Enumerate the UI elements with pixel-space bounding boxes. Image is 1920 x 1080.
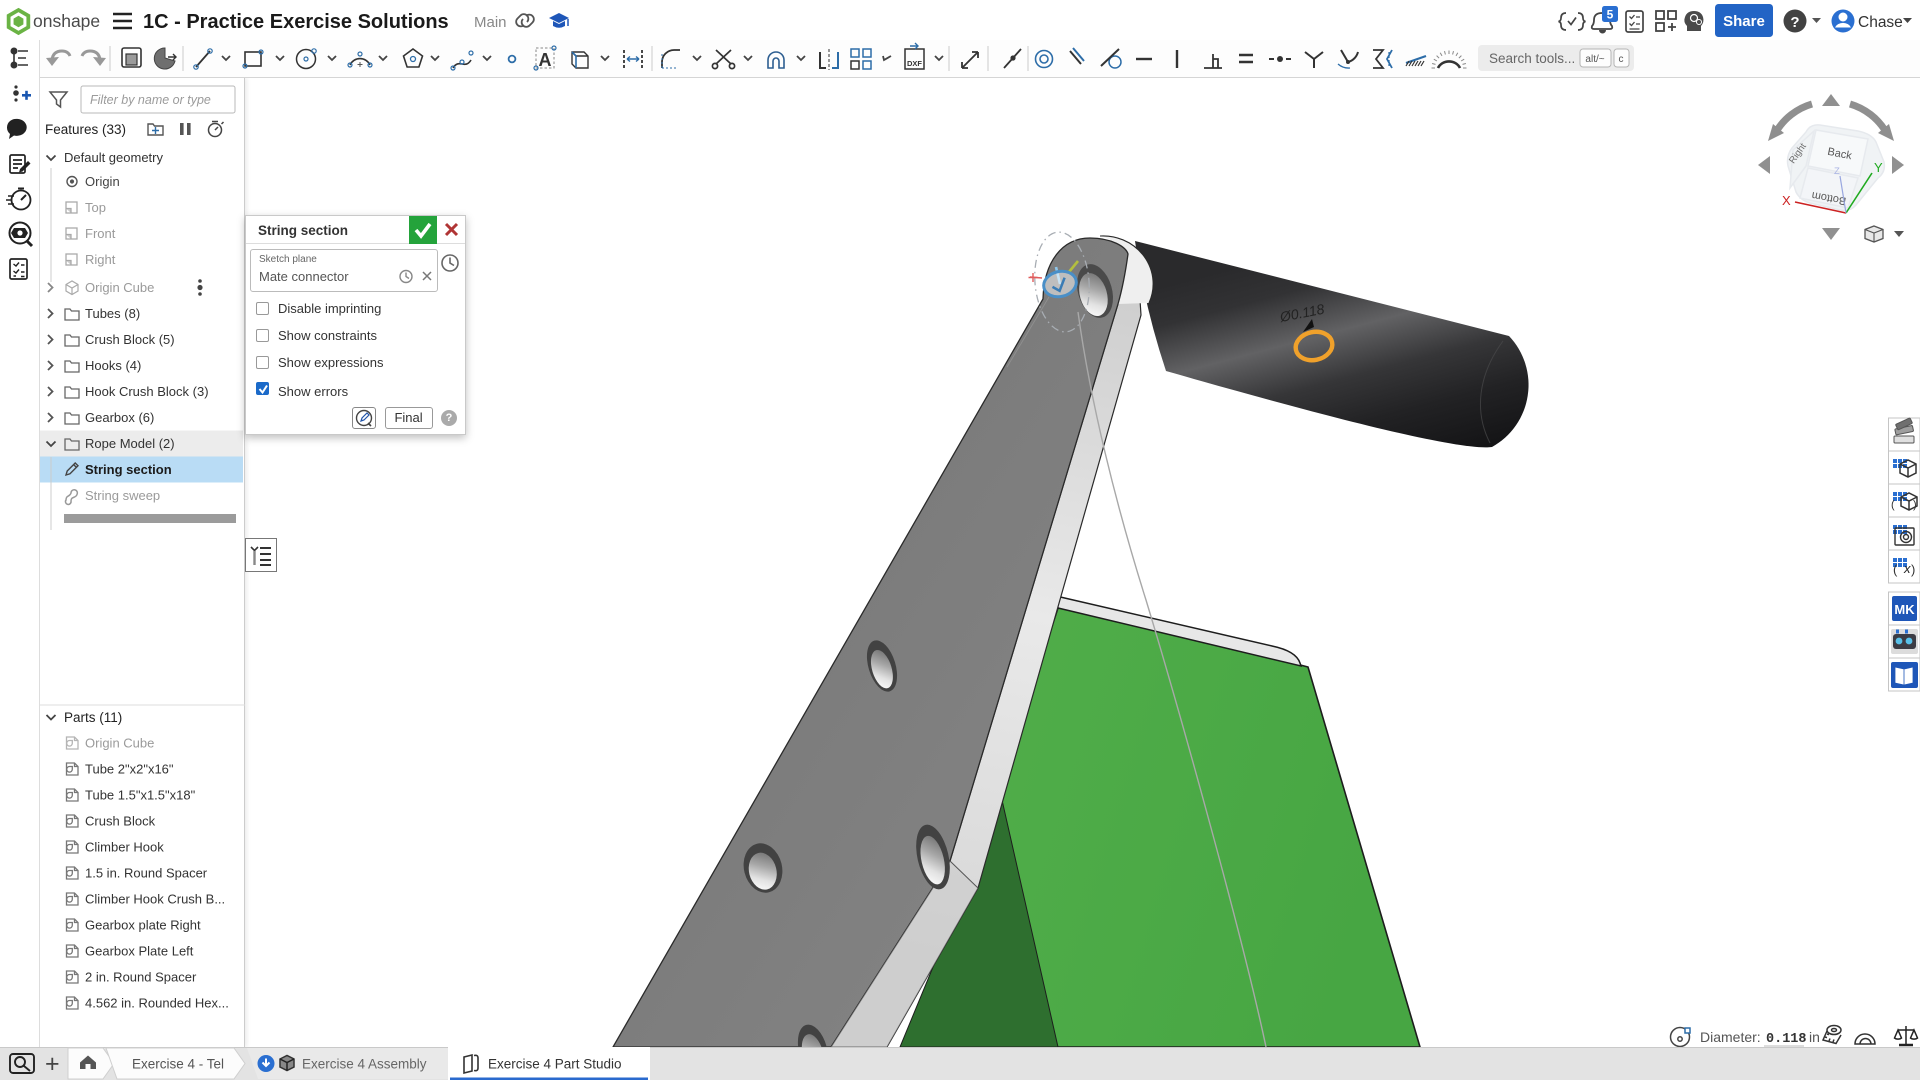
svg-text:Climber Hook Crush B...: Climber Hook Crush B... bbox=[85, 892, 225, 907]
svg-text:Main: Main bbox=[474, 14, 507, 31]
svg-text:1C - Practice Exercise Solutio: 1C - Practice Exercise Solutions bbox=[143, 11, 449, 33]
svg-text:4.562 in. Rounded Hex...: 4.562 in. Rounded Hex... bbox=[85, 996, 229, 1011]
svg-text:String sweep: String sweep bbox=[85, 488, 160, 503]
svg-text:Exercise 4 Part Studio: Exercise 4 Part Studio bbox=[488, 1057, 622, 1072]
svg-text:Gearbox Plate Left: Gearbox Plate Left bbox=[85, 944, 194, 959]
svg-text:Right: Right bbox=[85, 252, 116, 267]
svg-text:Exercise 4 - Tel: Exercise 4 - Tel bbox=[132, 1057, 224, 1072]
svg-text:Filter by name or type: Filter by name or type bbox=[90, 93, 211, 107]
svg-text:Chase: Chase bbox=[1858, 14, 1903, 31]
svg-text:c: c bbox=[1619, 54, 1624, 65]
svg-text:Origin Cube: Origin Cube bbox=[85, 280, 154, 295]
svg-text:Tube 1.5"x1.5"x18": Tube 1.5"x1.5"x18" bbox=[85, 788, 196, 803]
svg-text:DXF: DXF bbox=[907, 59, 922, 68]
svg-text:Exercise 4 Assembly: Exercise 4 Assembly bbox=[302, 1057, 427, 1072]
svg-text:?: ? bbox=[1790, 14, 1799, 31]
svg-text:Default geometry: Default geometry bbox=[64, 150, 163, 165]
svg-text:+: + bbox=[45, 1050, 60, 1078]
svg-text:Crush Block (5): Crush Block (5) bbox=[85, 332, 175, 347]
svg-text:Climber Hook: Climber Hook bbox=[85, 840, 164, 855]
svg-text:Tube 2"x2"x16": Tube 2"x2"x16" bbox=[85, 762, 174, 777]
svg-text:1.5 in. Round Spacer: 1.5 in. Round Spacer bbox=[85, 866, 208, 881]
svg-text:Hooks (4): Hooks (4) bbox=[85, 358, 141, 373]
svg-text:Crush Block: Crush Block bbox=[85, 814, 156, 829]
svg-text:Parts (11): Parts (11) bbox=[64, 710, 122, 725]
svg-text:Front: Front bbox=[85, 226, 116, 241]
svg-text:Share: Share bbox=[1723, 13, 1765, 30]
svg-text:Origin Cube: Origin Cube bbox=[85, 736, 154, 751]
svg-text:Origin: Origin bbox=[85, 174, 120, 189]
svg-text:Features (33): Features (33) bbox=[45, 122, 126, 137]
svg-text:Gearbox plate Right: Gearbox plate Right bbox=[85, 918, 201, 933]
svg-text:5: 5 bbox=[1607, 8, 1614, 22]
svg-text:2 in. Round Spacer: 2 in. Round Spacer bbox=[85, 970, 197, 985]
svg-text:onshape: onshape bbox=[33, 11, 100, 31]
svg-text:Search tools...: Search tools... bbox=[1489, 51, 1575, 66]
svg-text:Top: Top bbox=[85, 200, 106, 215]
svg-text:Hook Crush Block (3): Hook Crush Block (3) bbox=[85, 384, 209, 399]
svg-text:Tubes (8): Tubes (8) bbox=[85, 306, 140, 321]
svg-text:Rope Model (2): Rope Model (2) bbox=[85, 436, 175, 451]
svg-text:A: A bbox=[539, 50, 552, 70]
svg-text:alt/~: alt/~ bbox=[1585, 54, 1604, 65]
svg-text:String section: String section bbox=[85, 462, 172, 477]
svg-text:Gearbox (6): Gearbox (6) bbox=[85, 410, 154, 425]
